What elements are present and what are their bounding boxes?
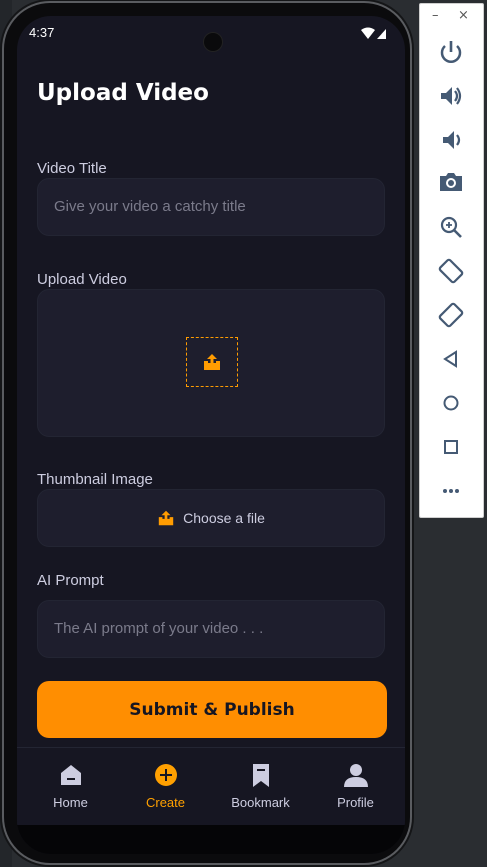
more-icon[interactable] xyxy=(436,476,466,506)
ai-prompt-placeholder: The AI prompt of your video . . . xyxy=(54,620,264,637)
tab-bookmark-label: Bookmark xyxy=(231,795,290,810)
front-camera xyxy=(203,32,223,52)
status-icons xyxy=(361,26,387,45)
tab-create[interactable]: Create xyxy=(117,748,214,826)
wifi-icon xyxy=(361,27,386,39)
close-icon[interactable]: × xyxy=(458,8,469,23)
plus-circle-icon xyxy=(155,764,177,786)
phone-frame: 4:37 Upload Video Video Title Give your … xyxy=(4,3,410,863)
overview-icon[interactable] xyxy=(436,432,466,462)
volume-down-icon[interactable] xyxy=(436,125,466,155)
thumbnail-upload-button[interactable]: Choose a file xyxy=(37,489,385,547)
upload-video-area[interactable] xyxy=(37,289,385,437)
page-title: Upload Video xyxy=(37,80,209,106)
upload-video-label: Upload Video xyxy=(37,271,127,288)
system-nav-bar xyxy=(17,825,405,854)
home-icon xyxy=(61,765,81,785)
phone-screen: 4:37 Upload Video Video Title Give your … xyxy=(17,16,405,854)
tab-bookmark[interactable]: Bookmark xyxy=(212,748,309,826)
profile-icon xyxy=(344,764,368,787)
upload-icon xyxy=(158,510,174,526)
upload-dropzone[interactable] xyxy=(186,337,238,387)
thumbnail-label: Thumbnail Image xyxy=(37,471,153,488)
tab-home-label: Home xyxy=(53,795,88,810)
video-title-input[interactable]: Give your video a catchy title xyxy=(37,178,385,236)
emulator-side-panel: – × xyxy=(419,3,484,518)
tab-profile[interactable]: Profile xyxy=(307,748,404,826)
video-title-label: Video Title xyxy=(37,160,107,177)
tab-home[interactable]: Home xyxy=(22,748,119,826)
status-bar: 4:37 xyxy=(17,16,405,52)
ai-prompt-input[interactable]: The AI prompt of your video . . . xyxy=(37,600,385,658)
home-circle-icon[interactable] xyxy=(436,388,466,418)
zoom-icon[interactable] xyxy=(436,212,466,242)
upload-icon xyxy=(204,354,220,370)
minimize-icon[interactable]: – xyxy=(432,8,439,23)
power-icon[interactable] xyxy=(436,37,466,67)
rotate-left-icon[interactable] xyxy=(436,256,466,286)
bottom-tab-bar: Home Create Bookmark Profile xyxy=(17,747,405,826)
bookmark-icon xyxy=(253,764,269,787)
choose-file-row: Choose a file xyxy=(38,490,384,546)
volume-up-icon[interactable] xyxy=(436,81,466,111)
video-title-placeholder: Give your video a catchy title xyxy=(54,198,246,215)
rotate-right-icon[interactable] xyxy=(436,300,466,330)
panel-window-controls: – × xyxy=(420,8,483,28)
ai-prompt-label: AI Prompt xyxy=(37,572,104,589)
submit-publish-button[interactable]: Submit & Publish xyxy=(37,681,387,738)
signal-icon xyxy=(377,29,386,39)
tab-profile-label: Profile xyxy=(337,795,374,810)
camera-icon[interactable] xyxy=(436,167,466,197)
choose-file-label: Choose a file xyxy=(183,510,265,526)
tab-create-label: Create xyxy=(145,795,186,810)
back-icon[interactable] xyxy=(436,344,466,374)
status-time: 4:37 xyxy=(29,25,55,40)
